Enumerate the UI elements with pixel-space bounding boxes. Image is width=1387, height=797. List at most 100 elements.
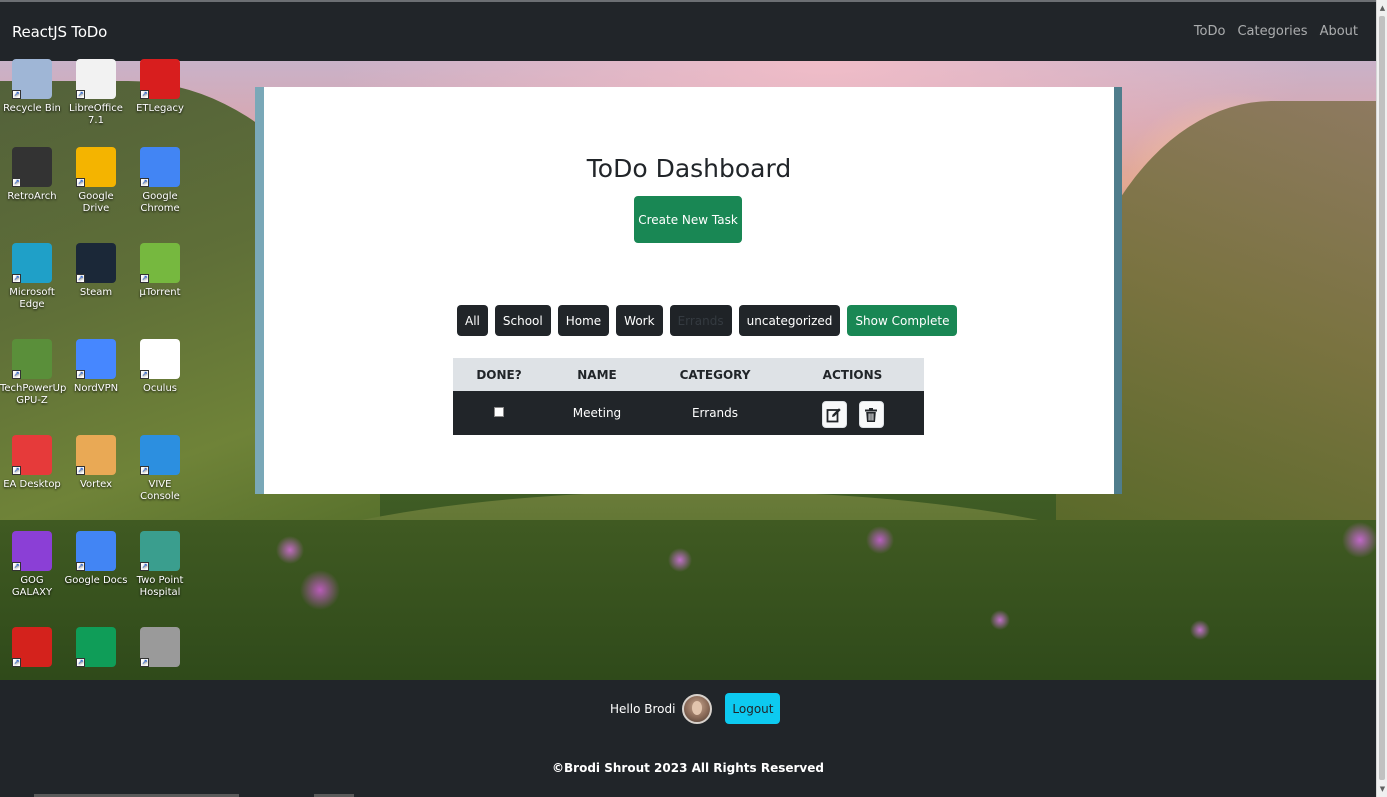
desktop-shortcut-label: µTorrent <box>139 287 181 298</box>
logout-button[interactable]: Logout <box>725 693 781 724</box>
desktop-shortcut[interactable]: ↗ <box>0 627 64 671</box>
desktop-shortcut[interactable]: ↗ Google Drive <box>64 147 128 215</box>
desktop-shortcut-label: Microsoft Edge <box>9 287 55 310</box>
trash-icon <box>865 407 877 422</box>
vive-icon: ↗ <box>140 435 180 475</box>
shortcut-arrow-icon: ↗ <box>140 370 149 379</box>
shortcut-arrow-icon: ↗ <box>12 274 21 283</box>
nordvpn-icon: ↗ <box>76 339 116 379</box>
nav-link-todo[interactable]: ToDo <box>1194 24 1226 39</box>
desktop-shortcut-label: RetroArch <box>7 191 57 202</box>
shortcut-arrow-icon: ↗ <box>140 658 149 667</box>
libreoffice-icon: ↗ <box>76 59 116 99</box>
filter-errands-button[interactable]: Errands <box>669 305 732 336</box>
desktop-shortcut-label: NordVPN <box>73 383 119 394</box>
scroll-thumb[interactable] <box>1379 16 1385 780</box>
app-icon: ↗ <box>140 627 180 667</box>
desktop-shortcut[interactable]: ↗ Steam <box>64 243 128 299</box>
header-name: NAME <box>577 367 617 382</box>
edit-task-button[interactable] <box>821 401 847 428</box>
nav-links: ToDo Categories About <box>1194 24 1364 39</box>
desktop-shortcut[interactable]: ↗ <box>64 627 128 671</box>
desktop-shortcut[interactable]: ↗ µTorrent <box>128 243 192 299</box>
filter-uncategorized-button[interactable]: uncategorized <box>738 305 841 336</box>
desktop-shortcut[interactable]: ↗ LibreOffice 7.1 <box>64 59 128 127</box>
show-complete-button[interactable]: Show Complete <box>847 305 958 336</box>
table-header: DONE? NAME CATEGORY ACTIONS <box>453 358 924 391</box>
user-greeting: Hello Brodi Logout <box>610 693 781 724</box>
edit-icon <box>826 407 841 422</box>
retroarch-icon: ↗ <box>12 147 52 187</box>
filter-work-button[interactable]: Work <box>616 305 663 336</box>
shortcut-arrow-icon: ↗ <box>12 466 21 475</box>
desktop-shortcut-label: ETLegacy <box>136 103 184 114</box>
desktop-shortcut-label: EA Desktop <box>3 479 61 490</box>
desktop-shortcut-label: Google Chrome <box>140 191 180 214</box>
desktop-shortcut-label: Google Docs <box>64 575 128 586</box>
dashboard-card: ToDo Dashboard Create New Task All Schoo… <box>264 87 1114 494</box>
desktop-shortcut-label: Two Point Hospital <box>136 575 184 598</box>
table-row: Meeting Errands <box>453 391 924 435</box>
desktop-shortcut-label: Oculus <box>142 383 178 394</box>
acrobat-icon: ↗ <box>12 627 52 667</box>
desktop-shortcut[interactable]: ↗ Vortex <box>64 435 128 491</box>
desktop-shortcut-label: VIVE Console <box>140 479 180 502</box>
shortcut-arrow-icon: ↗ <box>76 562 85 571</box>
desktop-shortcut[interactable]: ↗ Recycle Bin <box>0 59 64 115</box>
desktop-icons: ↗ Recycle Bin ↗ LibreOffice 7.1 ↗ ETLegacy ↗ Re… <box>0 59 200 680</box>
nav-link-about[interactable]: About <box>1320 24 1358 39</box>
shortcut-arrow-icon: ↗ <box>140 274 149 283</box>
delete-task-button[interactable] <box>858 401 884 428</box>
shortcut-arrow-icon: ↗ <box>12 370 21 379</box>
desktop-shortcut[interactable]: ↗ <box>128 627 192 671</box>
scroll-down-icon[interactable]: ▼ <box>1378 784 1387 794</box>
desktop-shortcut[interactable]: ↗ EA Desktop <box>0 435 64 491</box>
desktop-shortcut[interactable]: ↗ NordVPN <box>64 339 128 395</box>
row-name: Meeting <box>572 406 622 420</box>
desktop-shortcut[interactable]: ↗ GOG GALAXY <box>0 531 64 599</box>
desktop-shortcut-label: Google Drive <box>78 191 114 214</box>
desktop-shortcut-label: GOG GALAXY <box>11 575 53 598</box>
edge-icon: ↗ <box>12 243 52 283</box>
recycle-bin-icon: ↗ <box>12 59 52 99</box>
ea-icon: ↗ <box>12 435 52 475</box>
shortcut-arrow-icon: ↗ <box>140 562 149 571</box>
chrome-icon: ↗ <box>140 147 180 187</box>
create-task-button[interactable]: Create New Task <box>634 196 742 243</box>
vortex-icon: ↗ <box>76 435 116 475</box>
desktop-shortcut[interactable]: ↗ Two Point Hospital <box>128 531 192 599</box>
done-checkbox[interactable] <box>494 407 504 417</box>
shortcut-arrow-icon: ↗ <box>76 658 85 667</box>
shortcut-arrow-icon: ↗ <box>76 274 85 283</box>
desktop-shortcut[interactable]: ↗ RetroArch <box>0 147 64 203</box>
filter-all-button[interactable]: All <box>457 305 488 336</box>
scroll-up-icon[interactable]: ▲ <box>1378 3 1387 13</box>
shortcut-arrow-icon: ↗ <box>12 90 21 99</box>
avatar <box>682 693 713 724</box>
desktop-shortcut[interactable]: ↗ Google Docs <box>64 531 128 587</box>
filter-school-button[interactable]: School <box>494 305 551 336</box>
google-drive-icon: ↗ <box>76 147 116 187</box>
header-actions: ACTIONS <box>822 367 883 382</box>
shortcut-arrow-icon: ↗ <box>12 562 21 571</box>
gog-icon: ↗ <box>12 531 52 571</box>
desktop-shortcut[interactable]: ↗ ETLegacy <box>128 59 192 115</box>
desktop-shortcut-label: LibreOffice 7.1 <box>69 103 123 126</box>
gpuz-icon: ↗ <box>12 339 52 379</box>
desktop-shortcut[interactable]: ↗ Google Chrome <box>128 147 192 215</box>
scrollbar[interactable]: ▲ ▼ <box>1376 0 1387 797</box>
desktop-shortcut[interactable]: ↗ TechPowerUp GPU-Z <box>0 339 66 407</box>
utorrent-icon: ↗ <box>140 243 180 283</box>
navbar-brand[interactable]: ReactJS ToDo <box>12 23 107 41</box>
shortcut-arrow-icon: ↗ <box>76 90 85 99</box>
header-category: CATEGORY <box>679 367 751 382</box>
desktop-shortcut[interactable]: ↗ VIVE Console <box>128 435 192 503</box>
filter-home-button[interactable]: Home <box>557 305 610 336</box>
nav-link-categories[interactable]: Categories <box>1237 24 1307 39</box>
row-done-cell <box>453 406 545 420</box>
steam-icon: ↗ <box>76 243 116 283</box>
desktop-shortcut[interactable]: ↗ Microsoft Edge <box>0 243 64 311</box>
desktop-shortcut[interactable]: ↗ Oculus <box>128 339 192 395</box>
header-done: DONE? <box>476 367 522 382</box>
footer: Hello Brodi Logout ©Brodi Shrout 2023 Al… <box>0 680 1376 797</box>
